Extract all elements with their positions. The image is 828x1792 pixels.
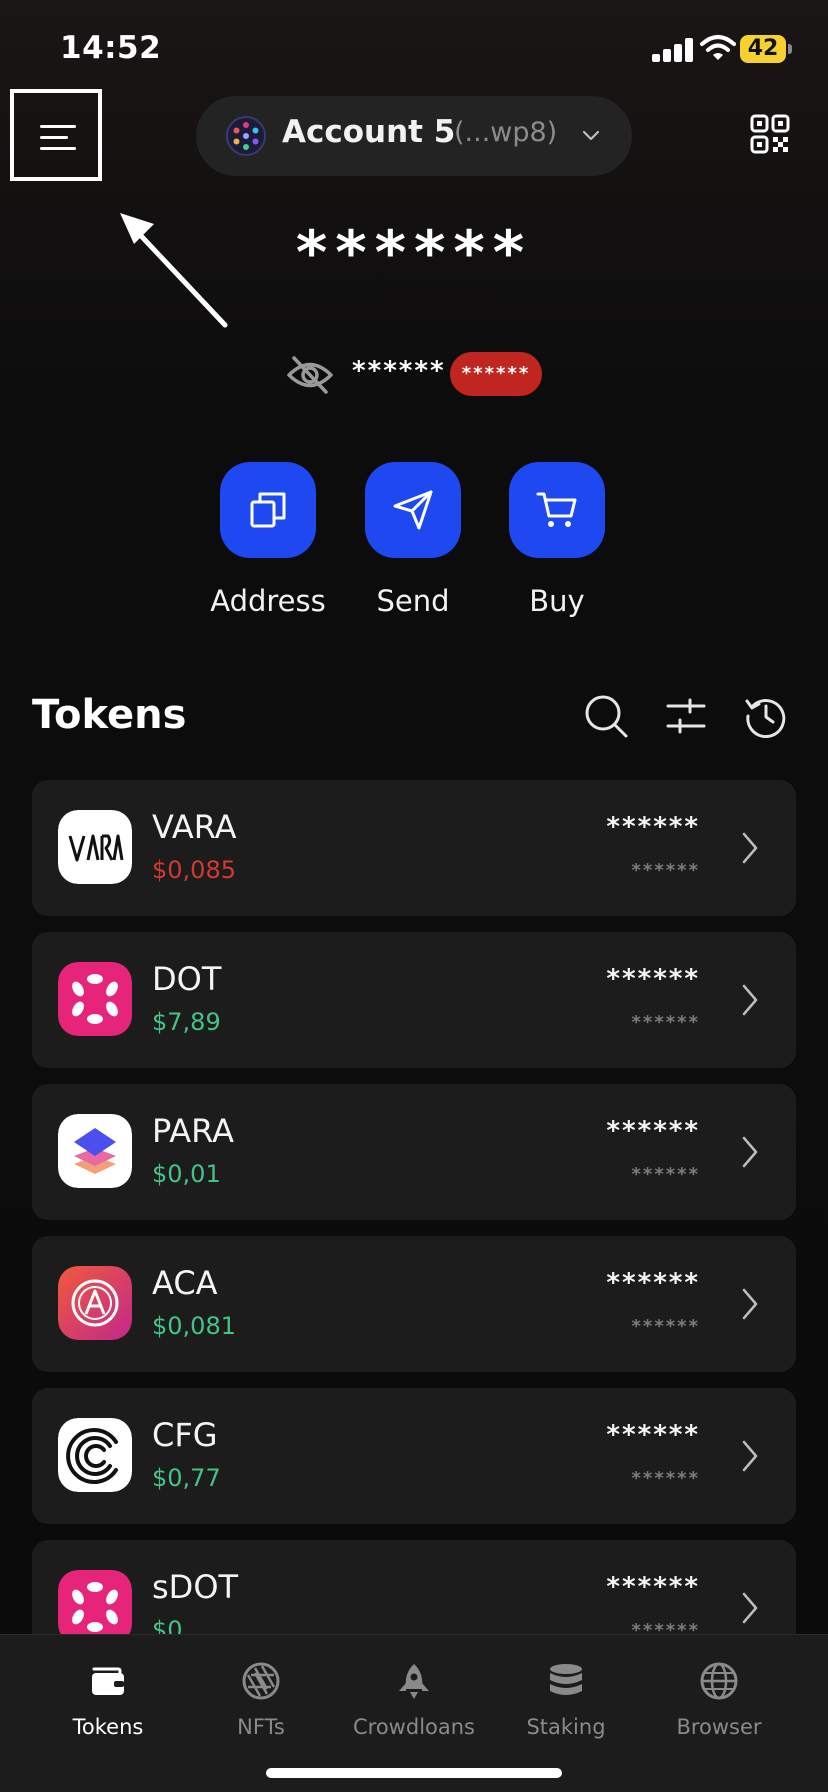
token-value: ******	[631, 1316, 700, 1337]
chevron-right-icon	[742, 1440, 758, 1472]
token-amount: ******	[606, 1420, 700, 1450]
nav-label-crowdloans: Crowdloans	[353, 1715, 475, 1739]
dot-logo-icon	[58, 962, 132, 1036]
cfg-logo-icon	[58, 1418, 132, 1492]
token-price: $0,01	[152, 1160, 221, 1188]
sdot-logo-icon	[58, 1570, 132, 1644]
wallet-icon	[92, 1667, 124, 1695]
status-time: 14:52	[60, 30, 162, 66]
eye-off-icon[interactable]	[286, 354, 334, 396]
token-value: ******	[631, 860, 700, 881]
token-amount: ******	[606, 1572, 700, 1602]
filter-sliders-icon[interactable]	[664, 694, 708, 738]
wifi-icon	[700, 35, 736, 60]
chevron-right-icon	[742, 1136, 758, 1168]
total-balance: ******	[295, 218, 533, 288]
token-price: $7,89	[152, 1008, 221, 1036]
menu-button[interactable]	[10, 89, 102, 181]
home-indicator	[266, 1768, 562, 1778]
token-value: ******	[631, 1164, 700, 1185]
buy-button[interactable]	[509, 462, 605, 558]
nav-tab-nfts[interactable]: NFTs	[181, 1661, 341, 1761]
nav-tab-staking[interactable]: Staking	[486, 1661, 646, 1761]
aperture-icon	[242, 1662, 280, 1700]
tokens-section-title: Tokens	[32, 692, 187, 738]
para-logo-icon	[58, 1114, 132, 1188]
send-label: Send	[376, 584, 450, 618]
battery-level: 42	[740, 35, 786, 63]
token-row-para[interactable]: PARA $0,01 ****** ******	[32, 1084, 796, 1220]
status-bar: 14:52 42	[0, 0, 828, 100]
chevron-right-icon	[742, 1288, 758, 1320]
token-amount: ******	[606, 812, 700, 842]
token-amount: ******	[606, 1116, 700, 1146]
balance-details: ****** ******	[282, 350, 552, 400]
history-icon[interactable]	[744, 694, 788, 738]
signal-icon	[652, 38, 696, 62]
token-symbol: CFG	[152, 1416, 218, 1454]
token-value: ******	[631, 1012, 700, 1033]
account-avatar-icon	[226, 116, 266, 156]
buy-label: Buy	[529, 584, 585, 618]
wallet-home-screen: 14:52 42 Account 5 (...wp8) ****** *****…	[0, 0, 828, 1792]
send-action[interactable]: Send	[343, 462, 483, 632]
chevron-right-icon	[742, 984, 758, 1016]
token-symbol: VARA	[152, 808, 237, 846]
send-icon	[393, 490, 433, 530]
token-price: $0,081	[152, 1312, 236, 1340]
database-icon	[550, 1664, 582, 1695]
token-row-vara[interactable]: VARA $0,085 ****** ******	[32, 780, 796, 916]
account-selector[interactable]: Account 5 (...wp8)	[196, 96, 632, 176]
battery-icon: 42	[740, 35, 792, 63]
token-price: $0,77	[152, 1464, 221, 1492]
address-action[interactable]: Address	[198, 462, 338, 632]
token-symbol: ACA	[152, 1264, 218, 1302]
cart-icon	[536, 492, 577, 527]
balance-change-badge: ******	[450, 352, 542, 396]
nav-tab-browser[interactable]: Browser	[639, 1661, 799, 1761]
account-name: Account 5	[282, 114, 456, 150]
nav-label-staking: Staking	[526, 1715, 606, 1739]
token-symbol: sDOT	[152, 1568, 239, 1606]
token-price: $0,085	[152, 856, 236, 884]
token-symbol: PARA	[152, 1112, 234, 1150]
nav-label-tokens: Tokens	[72, 1715, 144, 1739]
token-row-cfg[interactable]: CFG $0,77 ****** ******	[32, 1388, 796, 1524]
buy-action[interactable]: Buy	[487, 462, 627, 632]
account-address: (...wp8)	[454, 117, 558, 148]
copy-icon	[250, 492, 286, 528]
nav-label-nfts: NFTs	[237, 1715, 285, 1739]
address-button[interactable]	[220, 462, 316, 558]
token-row-dot[interactable]: DOT $7,89 ****** ******	[32, 932, 796, 1068]
token-row-aca[interactable]: ACA $0,081 ****** ******	[32, 1236, 796, 1372]
nav-label-browser: Browser	[676, 1715, 762, 1739]
balance-change-amount: ******	[352, 356, 446, 386]
qr-code-icon[interactable]	[750, 114, 790, 154]
vara-logo-icon	[58, 810, 132, 884]
rocket-icon	[399, 1664, 429, 1699]
globe-icon	[700, 1662, 738, 1700]
token-amount: ******	[606, 964, 700, 994]
chevron-right-icon	[742, 832, 758, 864]
chevron-right-icon	[742, 1592, 758, 1624]
nav-tab-tokens[interactable]: Tokens	[28, 1661, 188, 1761]
search-icon[interactable]	[584, 694, 628, 738]
token-amount: ******	[606, 1268, 700, 1298]
hamburger-menu-icon	[40, 123, 76, 151]
chevron-down-icon	[582, 130, 600, 141]
token-value: ******	[631, 1468, 700, 1489]
send-button[interactable]	[365, 462, 461, 558]
address-label: Address	[210, 584, 326, 618]
nav-tab-crowdloans[interactable]: Crowdloans	[334, 1661, 494, 1761]
token-symbol: DOT	[152, 960, 222, 998]
aca-logo-icon	[58, 1266, 132, 1340]
